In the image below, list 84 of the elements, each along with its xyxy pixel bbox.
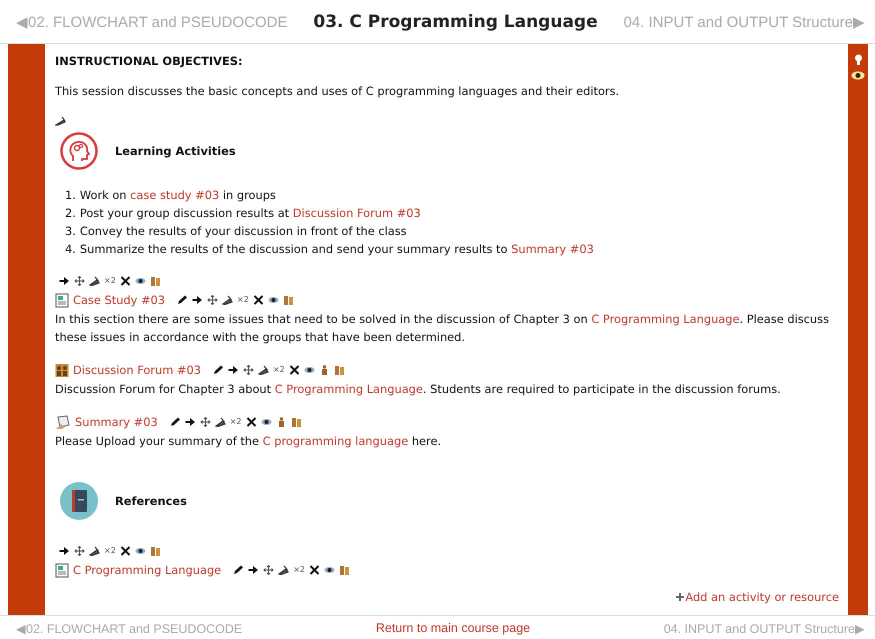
step-text: Convey the results of your discussion in front of the class (80, 223, 407, 240)
move-icon[interactable] (200, 417, 211, 427)
people-icon[interactable] (282, 295, 294, 305)
close-icon[interactable] (120, 546, 131, 556)
move-icon[interactable] (207, 295, 218, 305)
arrow-right-icon[interactable] (59, 546, 70, 556)
pencil-icon[interactable] (170, 417, 181, 427)
people-icon[interactable] (150, 276, 161, 286)
hand-pen-icon[interactable] (55, 116, 66, 126)
activity-link[interactable]: C Programming Language (73, 561, 222, 579)
eye-icon[interactable] (260, 417, 272, 427)
hand-pen-icon[interactable] (258, 365, 269, 375)
objectives-heading: INSTRUCTIONAL OBJECTIVES: (55, 53, 244, 70)
people-icon[interactable] (150, 546, 161, 556)
activity-link[interactable]: Discussion Forum #03 (292, 206, 421, 220)
duplicate-icon[interactable]: ×2 (104, 276, 116, 286)
close-icon[interactable] (246, 417, 257, 427)
eye-icon[interactable] (134, 276, 146, 286)
step-number: 4. (65, 241, 76, 258)
lightbulb-icon[interactable] (854, 54, 862, 66)
activity-link[interactable]: Summary #03 (75, 413, 158, 431)
activity-description: Discussion Forum for Chapter 3 about C Programming Language. Students are required to participate in the discussion forums. (55, 381, 782, 398)
pencil-icon[interactable] (177, 295, 188, 305)
eye-icon[interactable] (851, 71, 865, 80)
close-icon[interactable] (288, 365, 300, 375)
move-icon[interactable] (263, 565, 274, 575)
people-icon (55, 362, 69, 378)
duplicate-icon[interactable]: ×2 (237, 295, 249, 305)
close-icon[interactable] (308, 565, 320, 575)
section-label-title: References (115, 493, 187, 510)
close-icon[interactable] (120, 276, 131, 286)
hand-pen-icon[interactable] (214, 417, 226, 427)
close-icon[interactable] (252, 295, 264, 305)
arrow-right-icon[interactable] (248, 565, 260, 575)
book-icon (59, 481, 99, 521)
duplicate-icon[interactable]: ×2 (104, 546, 116, 556)
add-activity-link[interactable]: Add an activity or resource (676, 588, 839, 606)
step-text: Work on case study #03 in groups (80, 187, 276, 204)
step-number: 1. (65, 187, 76, 204)
hand-pen-icon[interactable] (89, 546, 100, 556)
activity-description: Please Upload your summary of the C programming language here. (55, 433, 442, 450)
document-icon (55, 292, 69, 308)
arrow-right-icon[interactable] (59, 276, 70, 286)
hand-pen-icon[interactable] (89, 276, 100, 286)
duplicate-icon[interactable]: ×2 (293, 565, 305, 575)
paper-hand-icon (55, 414, 71, 430)
move-icon[interactable] (74, 546, 85, 556)
people-icon[interactable] (334, 365, 345, 375)
hand-pen-icon[interactable] (222, 295, 234, 305)
activity-description: In this section there are some issues that need to be solved in the discussion of Chapter 3 on C Programming Language. Please discuss these issues in accordance with the groups that have been determined. (55, 311, 830, 346)
duplicate-icon[interactable]: ×2 (272, 365, 285, 375)
main-course-link[interactable]: Return to main course page (376, 621, 530, 635)
eye-icon[interactable] (268, 295, 279, 305)
duplicate-icon[interactable]: ×2 (230, 417, 242, 427)
activity-link[interactable]: C Programming Language (591, 312, 740, 326)
eye-icon[interactable] (304, 365, 315, 375)
pencil-icon[interactable] (212, 365, 224, 375)
head-icon (59, 131, 99, 171)
pencil-icon[interactable] (233, 565, 244, 575)
activity-link[interactable]: Discussion Forum #03 (73, 361, 201, 379)
section-label-title: Learning Activities (115, 143, 236, 160)
activity-link[interactable]: Case Study #03 (73, 291, 166, 309)
eye-icon[interactable] (134, 546, 146, 556)
plus-icon (676, 593, 684, 601)
move-icon[interactable] (242, 365, 254, 375)
step-text: Post your group discussion results at Discussion Forum #03 (80, 205, 421, 222)
arrow-right-icon[interactable] (192, 295, 204, 305)
people-icon[interactable] (290, 417, 302, 427)
objectives-text: This session discusses the basic concepts and uses of C programming languages and their editors. (55, 83, 620, 100)
activity-link[interactable]: C programming language (262, 434, 408, 448)
eye-icon[interactable] (324, 565, 335, 575)
move-icon[interactable] (74, 276, 85, 286)
document-icon (55, 562, 69, 578)
arrow-right-icon[interactable] (184, 417, 196, 427)
section-title: 03. C Programming Language (313, 12, 598, 32)
activity-link[interactable]: Summary #03 (511, 242, 594, 256)
activity-link[interactable]: C Programming Language (274, 382, 423, 396)
step-text: Summarize the results of the discussion and send your summary results to Summary #03 (80, 241, 594, 258)
step-number: 3. (65, 223, 76, 240)
activity-link[interactable]: case study #03 (130, 188, 220, 202)
people-icon[interactable] (338, 565, 350, 575)
arrow-right-icon[interactable] (228, 365, 239, 375)
step-number: 2. (65, 205, 76, 222)
hand-pen-icon[interactable] (278, 565, 290, 575)
